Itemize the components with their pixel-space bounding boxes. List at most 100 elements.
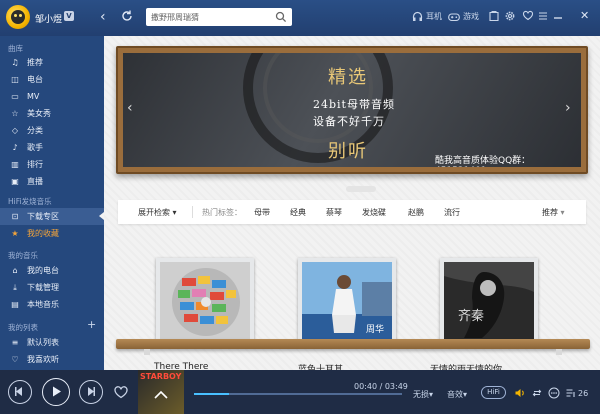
chart-icon: ▥	[11, 160, 19, 169]
game-button[interactable]: 游戏	[448, 11, 479, 22]
hifi-badge[interactable]: HiFi	[481, 386, 506, 399]
download-manage-icon: ⤓	[13, 282, 17, 292]
close-icon[interactable]: ✕	[580, 9, 589, 22]
banner-title-top: 精选	[328, 67, 368, 88]
favorite-heart-icon[interactable]	[113, 384, 129, 400]
sidebar-item-label: 我喜欢听	[27, 355, 59, 364]
title-bar: 邹小煜 V ‹ 耳机 游戏 ✕	[0, 0, 600, 36]
chevron-down-icon: ▾	[429, 390, 434, 399]
sidebar-item-i-like[interactable]: ♡ 我喜欢听	[0, 351, 104, 368]
sidebar-item-label: 我的电台	[27, 266, 59, 275]
next-track-button[interactable]	[79, 380, 103, 404]
radio-icon: ◫	[11, 75, 19, 84]
search-box	[146, 8, 292, 26]
tag-cai-qin[interactable]: 蔡琴	[326, 207, 342, 218]
menu-icon[interactable]	[537, 10, 549, 22]
singer-icon: ♪	[12, 143, 18, 152]
refresh-icon[interactable]	[120, 9, 134, 23]
album-title[interactable]: There There	[154, 362, 208, 370]
gamepad-icon	[448, 12, 460, 21]
mini-mode-icon[interactable]	[522, 10, 534, 22]
sidebar-item-label: 下载管理	[27, 283, 59, 292]
sidebar-item-singer[interactable]: ♪ 歌手	[0, 139, 104, 156]
tag-audiophile[interactable]: 发烧碟	[362, 207, 386, 218]
headphone-icon	[412, 11, 423, 21]
settings-gear-icon[interactable]	[504, 10, 516, 22]
sidebar-item-label: 推荐	[27, 58, 43, 67]
volume-icon[interactable]	[514, 387, 526, 399]
promo-banner[interactable]: 精选 24bit母带音频 设备不好千万 别听 酷我高音质体验QQ群：451521…	[123, 53, 581, 167]
previous-track-button[interactable]	[8, 380, 32, 404]
playlist-icon: ≡	[11, 338, 19, 347]
banner-title-bottom: 别听	[328, 141, 368, 162]
sidebar-item-mv[interactable]: ▭ MV	[0, 88, 104, 105]
expand-search-button[interactable]: 展开检索 ▾	[138, 207, 177, 218]
tag-pop[interactable]: 流行	[444, 207, 460, 218]
sidebar-item-radio[interactable]: ◫ 电台	[0, 71, 104, 88]
sidebar-item-local-music[interactable]: ▤ 本地音乐	[0, 296, 104, 313]
sidebar-item-ranking[interactable]: ▥ 排行	[0, 156, 104, 173]
queue-count[interactable]: 26	[578, 389, 588, 398]
search-input[interactable]	[151, 11, 271, 23]
sort-label: 推荐	[542, 208, 558, 217]
sidebar-item-label: 美女秀	[27, 109, 51, 118]
sidebar-item-download-zone[interactable]: ⊡ 下载专区	[0, 208, 104, 225]
quality-dropdown[interactable]: 无损▾	[413, 389, 433, 400]
username[interactable]: 邹小煜	[35, 12, 62, 25]
sort-dropdown[interactable]: 推荐 ▾	[542, 207, 565, 218]
sidebar-item-label: 下载专区	[27, 212, 59, 221]
back-arrow-icon[interactable]: ‹	[100, 9, 106, 25]
album-card[interactable]	[156, 258, 254, 344]
loop-mode-icon[interactable]	[531, 387, 543, 399]
play-button[interactable]	[42, 378, 70, 406]
sidebar-item-beauty-show[interactable]: ☆ 美女秀	[0, 105, 104, 122]
player-bar: STARBOY	[0, 370, 600, 414]
playlist-queue-icon[interactable]	[565, 387, 577, 399]
sound-effect-button[interactable]: 音效▾	[447, 389, 467, 400]
sidebar-item-recommend[interactable]: ♫ 推荐	[0, 54, 104, 71]
chevron-down-icon: ▾	[463, 390, 468, 399]
tag-zhao-peng[interactable]: 赵鹏	[408, 207, 424, 218]
banner-line-2: 设备不好千万	[313, 115, 385, 128]
sidebar-item-label: 本地音乐	[27, 300, 59, 309]
album-title[interactable]: 无情的雨无情的你	[430, 362, 502, 370]
album-card[interactable]: 周华	[298, 258, 396, 344]
vip-badge[interactable]: V	[64, 11, 74, 21]
filter-bar: 展开检索 ▾ 热门标签： 母带 经典 蔡琴 发烧碟 赵鹏 流行 推荐 ▾	[118, 200, 586, 224]
album-card[interactable]: 齐秦	[440, 258, 538, 344]
sidebar-item-my-collection[interactable]: ★ 我的收藏	[0, 225, 104, 242]
user-avatar[interactable]	[6, 5, 30, 29]
sidebar-item-label: 排行	[27, 160, 43, 169]
album-cover	[160, 262, 250, 340]
sidebar-item-category[interactable]: ◇ 分类	[0, 122, 104, 139]
banner-frame[interactable]: 精选 24bit母带音频 设备不好千万 别听 酷我高音质体验QQ群：451521…	[116, 46, 588, 174]
local-music-icon: ▤	[11, 300, 19, 309]
mv-icon: ▭	[11, 92, 19, 101]
now-playing-cover[interactable]: STARBOY	[138, 370, 184, 414]
sidebar-item-my-radio[interactable]: ⌂ 我的电台	[0, 262, 104, 279]
collect-star-icon: ★	[11, 229, 19, 238]
album-cover-art: 周华	[302, 262, 392, 340]
previous-icon	[15, 387, 22, 396]
sidebar-item-label: 分类	[27, 126, 43, 135]
sidebar-item-download-manage[interactable]: ⤓ 下载管理	[0, 279, 104, 296]
minimize-icon[interactable]	[553, 10, 563, 20]
album-title[interactable]: 蓝色十耳其	[298, 362, 343, 370]
sidebar: 曲库 ♫ 推荐 ◫ 电台 ▭ MV ☆ 美女秀 ◇ 分类 ♪ 歌手 ▥ 排行 ▣…	[0, 36, 104, 370]
skin-icon[interactable]	[488, 10, 500, 22]
earphone-button[interactable]: 耳机	[412, 11, 442, 22]
music-note-icon: ♫	[11, 58, 19, 67]
tag-classic[interactable]: 经典	[290, 207, 306, 218]
more-options-icon[interactable]	[548, 387, 560, 399]
banner-prev-arrow-icon[interactable]: ‹	[127, 100, 133, 116]
sidebar-item-label: 直播	[27, 177, 43, 186]
add-list-icon[interactable]: +	[87, 318, 96, 331]
sidebar-item-default-list[interactable]: ≡ 默认列表	[0, 334, 104, 351]
banner-next-arrow-icon[interactable]: ›	[565, 100, 571, 116]
banner-line-1: 24bit母带音频	[313, 98, 395, 111]
tag-master-tape[interactable]: 母带	[254, 207, 270, 218]
search-icon[interactable]	[275, 11, 287, 23]
sidebar-item-label: 歌手	[27, 143, 43, 152]
sidebar-item-live[interactable]: ▣ 直播	[0, 173, 104, 190]
heart-icon: ♡	[11, 355, 19, 364]
